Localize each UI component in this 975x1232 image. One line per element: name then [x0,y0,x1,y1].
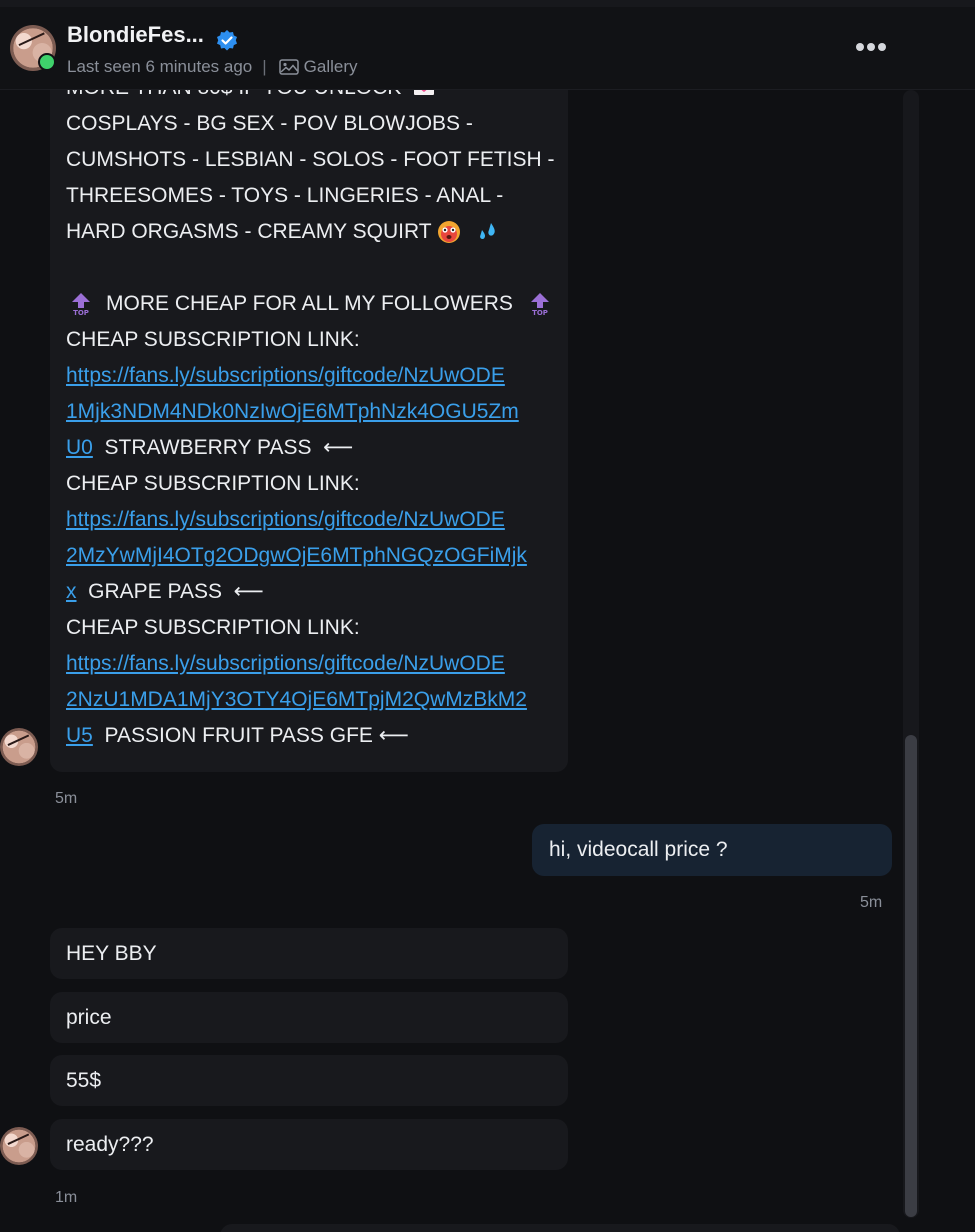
svg-text:TOP: TOP [532,309,548,316]
grape-pass-label: GRAPE PASS [88,580,222,603]
next-message-bubble-edge [220,1224,900,1232]
subscription-link-3[interactable]: https://fans.ly/subscriptions/giftcode/N… [66,652,505,675]
left-arrow-icon: ⟵ [378,724,409,747]
scrollbar-thumb[interactable] [905,735,917,1217]
subscription-link-2[interactable]: https://fans.ly/subscriptions/giftcode/N… [66,508,505,531]
online-status-dot [38,53,56,71]
strawberry-pass-label: STRAWBERRY PASS [104,436,312,459]
subscription-link-3[interactable]: U5 [66,724,93,747]
promo-line: CHEAP SUBSCRIPTION LINK: [66,616,360,639]
promo-line: CUMSHOTS - LESBIAN - SOLOS - FOOT FETISH… [66,148,555,171]
more-options-icon[interactable] [856,43,886,51]
subscription-link-2[interactable]: 2MzYwMjI4OTg2ODgwOjE6MTphNGQzOGFiMjk [66,544,527,567]
status-row: Last seen 6 minutes ago | Gallery [67,57,358,77]
gallery-label: Gallery [303,57,358,76]
chat-header: BlondieFes... Last seen 6 minutes ago | … [0,7,975,90]
last-seen-text: Last seen 6 minutes ago [67,57,253,76]
svg-text:TOP: TOP [73,309,89,316]
verified-badge-icon [217,30,237,51]
status-separator: | [262,57,267,76]
subscription-link-1[interactable]: 1Mjk3NDM4NDk0NzIwOjE6MTphNzk4OGU5Zm [66,400,519,423]
top-arrow-emoji: TOP [72,293,90,316]
promo-line: TOP MORE CHEAP FOR ALL MY FOLLOWERS TOP [66,286,552,322]
gallery-icon [278,59,299,75]
incoming-message-bubble: ready??? [50,1119,568,1170]
sender-avatar[interactable] [0,1127,38,1165]
incoming-message-bubble: 55$ [50,1055,568,1106]
promo-line: HARD ORGASMS - CREAMY SQUIRT [66,214,552,250]
left-arrow-icon: ⟵ [233,580,264,603]
gallery-link[interactable]: Gallery [278,57,358,77]
message-timestamp: 5m [860,894,883,911]
incoming-message-bubble: HEY BBY [50,928,568,979]
incoming-message-bubble: price [50,992,568,1043]
message-list[interactable]: MORE THAN 80$ IF YOU UNLOCK COSPLAYS - B… [0,90,975,1232]
sender-avatar[interactable] [0,728,38,766]
message-timestamp: 5m [55,790,78,807]
flushed-face-emoji [438,221,461,244]
subscription-link-1[interactable]: U0 [66,436,93,459]
top-arrow-emoji: TOP [530,293,549,316]
sweat-droplets-emoji [480,223,495,240]
heart-letter-emoji [414,90,435,96]
subscription-link-1[interactable]: https://fans.ly/subscriptions/giftcode/N… [66,364,505,387]
promo-line: COSPLAYS - BG SEX - POV BLOWJOBS - [66,112,473,135]
promo-line: CHEAP SUBSCRIPTION LINK: [66,328,360,351]
promo-message-bubble: MORE THAN 80$ IF YOU UNLOCK COSPLAYS - B… [50,90,568,772]
top-strip [0,0,975,7]
passion-fruit-pass-label: PASSION FRUIT PASS GFE [104,724,373,747]
message-timestamp: 1m [55,1189,78,1206]
subscription-link-3[interactable]: 2NzU1MDA1MjY3OTY4OjE6MTpjM2QwMzBkM2 [66,688,527,711]
left-arrow-icon: ⟵ [323,436,354,459]
promo-line: THREESOMES - TOYS - LINGERIES - ANAL - [66,184,504,207]
contact-name[interactable]: BlondieFes... [67,22,204,48]
promo-line: MORE THAN 80$ IF YOU UNLOCK [66,90,552,106]
promo-line: CHEAP SUBSCRIPTION LINK: [66,472,360,495]
subscription-link-2[interactable]: x [66,580,77,603]
outgoing-message-bubble: hi, videocall price ? [532,824,892,876]
